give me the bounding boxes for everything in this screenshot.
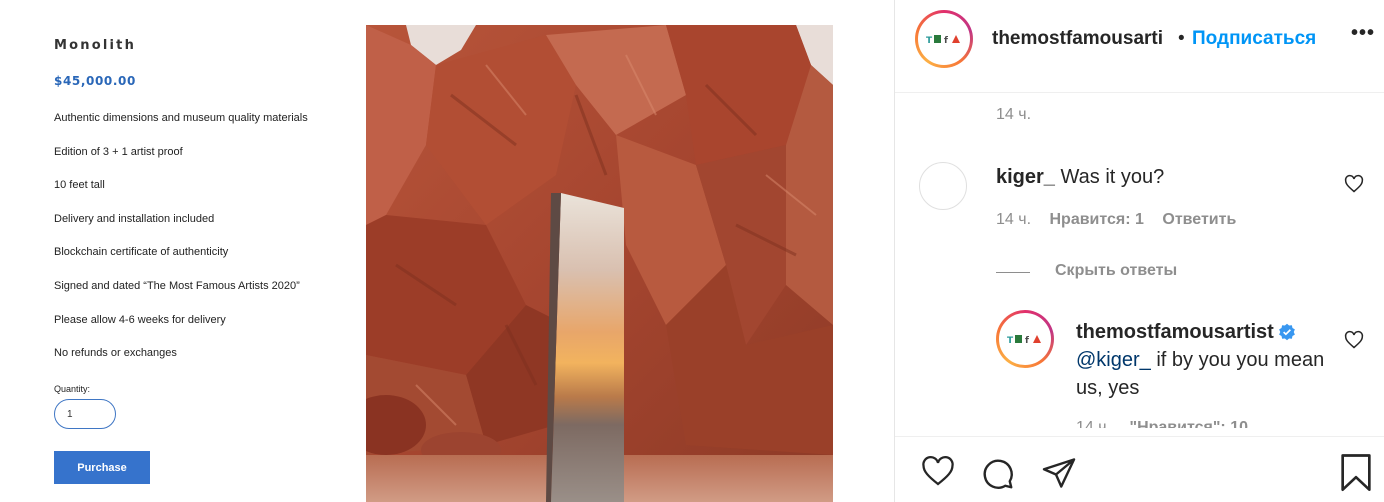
hide-replies-button[interactable]: Скрыть ответы: [1055, 262, 1177, 280]
quantity-label: Quantity:: [54, 384, 91, 394]
comment-username[interactable]: kiger_: [996, 166, 1055, 188]
svg-text:T: T: [926, 36, 933, 45]
post-author-username[interactable]: themostfamousarti: [992, 28, 1163, 50]
comment-like-heart-icon[interactable]: [1344, 174, 1364, 194]
comments-section[interactable]: 14 ч. kiger_ Was it you? 14 ч. Нравится:…: [895, 94, 1384, 428]
quantity-input[interactable]: [54, 399, 116, 429]
reply-likes[interactable]: "Нравится": 10: [1129, 419, 1248, 428]
instagram-post-panel: T f themostfamousarti • Подписаться ••• …: [895, 0, 1384, 502]
reply-meta: 14 ч. "Нравится": 10: [1076, 419, 1262, 428]
reply-time: 14 ч.: [1076, 419, 1112, 428]
tmfa-logo-icon: T f: [926, 35, 960, 45]
feature-item: Please allow 4-6 weeks for delivery: [54, 313, 226, 326]
more-options-icon[interactable]: •••: [1351, 22, 1375, 45]
svg-text:f: f: [1025, 336, 1029, 345]
comment-icon[interactable]: [979, 455, 1015, 491]
feature-item: Blockchain certificate of authenticity: [54, 246, 229, 259]
product-panel: Monolith $45,000.00 Authentic dimensions…: [0, 0, 365, 502]
heart-icon[interactable]: [919, 455, 957, 489]
reply-avatar[interactable]: T f: [996, 310, 1054, 368]
feature-item: No refunds or exchanges: [54, 347, 177, 360]
bookmark-icon[interactable]: [1339, 453, 1373, 493]
timestamp: 14 ч.: [996, 106, 1032, 123]
svg-text:T: T: [1007, 336, 1014, 345]
reply-button[interactable]: Ответить: [1162, 211, 1236, 228]
comment-time: 14 ч.: [996, 211, 1032, 228]
product-price: $45,000.00: [54, 74, 136, 88]
post-action-bar: [895, 436, 1384, 502]
comment-likes[interactable]: Нравится: 1: [1049, 211, 1143, 228]
reply-username[interactable]: themostfamousartist: [1076, 321, 1274, 343]
feature-item: Edition of 3 + 1 artist proof: [54, 145, 183, 158]
verified-badge-icon: [1278, 323, 1295, 341]
follow-button[interactable]: Подписаться: [1192, 28, 1316, 50]
feature-item: Delivery and installation included: [54, 212, 215, 225]
monolith-photo: [366, 25, 833, 502]
comment-text: kiger_ Was it you?: [996, 166, 1164, 189]
post-header: T f themostfamousarti • Подписаться •••: [895, 0, 1384, 93]
reply-text: themostfamousartist @kiger_ if by you yo…: [1076, 318, 1326, 402]
feature-item: Authentic dimensions and museum quality …: [54, 112, 308, 124]
replies-divider: [996, 272, 1030, 273]
header-separator: •: [1178, 28, 1185, 49]
reply-like-heart-icon[interactable]: [1344, 330, 1364, 350]
comment-meta: 14 ч. Нравится: 1 Ответить: [996, 211, 1250, 229]
comment-body: Was it you?: [1060, 166, 1165, 188]
share-icon[interactable]: [1041, 455, 1077, 491]
svg-text:f: f: [944, 36, 948, 45]
reply-mention-link[interactable]: @kiger_: [1076, 349, 1151, 371]
product-title: Monolith: [54, 38, 137, 53]
feature-item: Signed and dated “The Most Famous Artist…: [54, 279, 300, 292]
purchase-button[interactable]: Purchase: [54, 451, 150, 484]
feature-item: 10 feet tall: [54, 179, 105, 192]
tmfa-logo-icon: T f: [1007, 335, 1041, 345]
commenter-avatar[interactable]: [919, 162, 967, 210]
header-avatar[interactable]: T f: [915, 10, 973, 68]
product-features-list: Authentic dimensions and museum quality …: [54, 112, 308, 381]
